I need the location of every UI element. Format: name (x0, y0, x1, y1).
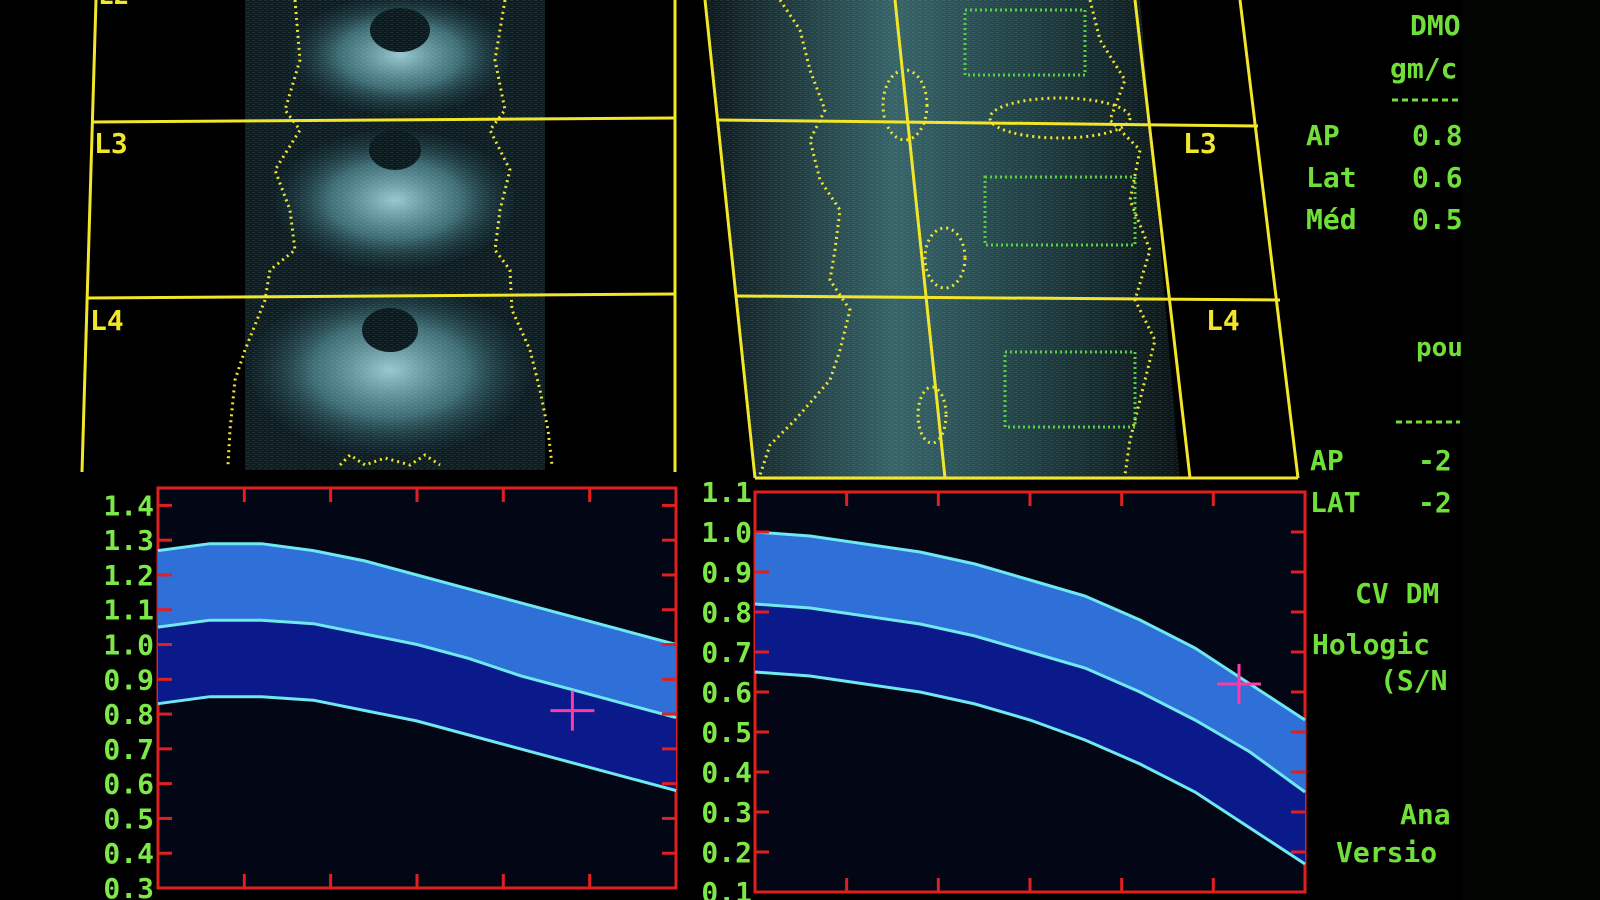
results-row-lat-value: 0.6 (1412, 161, 1463, 194)
results-section-label: pou (1416, 333, 1463, 363)
ap-spine-image (245, 0, 545, 470)
results-score-lat-label: LAT (1310, 486, 1361, 519)
chart-lateral-y-tick-label: 0.1 (701, 876, 752, 900)
ap-label-l2: L2 (98, 0, 129, 11)
chart-ap-y-tick-label: 1.0 (103, 629, 154, 662)
chart-lateral-y-tick-label: 0.8 (701, 596, 752, 629)
results-row-ap-label: AP (1306, 119, 1340, 152)
ap-left-boundary (80, 0, 98, 473)
ap-label-l3: L3 (94, 127, 128, 160)
results-row-lat-label: Lat (1306, 161, 1357, 194)
chart-ap-y-tick-label: 0.7 (103, 733, 154, 766)
chart-lateral-y-tick-label: 1.0 (701, 516, 752, 549)
ap-scan-panel: L2 L3 L4 (80, 0, 677, 473)
ap-divider-l3-l4 (87, 292, 676, 300)
results-row-ap-value: 0.8 (1412, 119, 1463, 152)
monitor-bezel (1462, 0, 1600, 900)
results-version-label: Versio (1336, 836, 1437, 869)
chart-ap-y-tick-label: 0.9 (103, 663, 154, 696)
results-analysis-label: Ana (1400, 798, 1451, 831)
ap-label-l4: L4 (90, 304, 124, 337)
dexa-scan-screen: L2 L3 L4 L3 L4 1.41.31.21.11.00.90.80.70… (80, 0, 1600, 900)
chart-ap-y-tick-label: 1.3 (103, 524, 154, 557)
results-row-med-label: Méd (1306, 203, 1357, 236)
chart-lateral-y-tick-label: 0.5 (701, 716, 752, 749)
chart-lateral-y-tick-label: 0.6 (701, 676, 752, 709)
lateral-label-l4: L4 (1206, 304, 1240, 337)
results-header-units: gm/c (1390, 52, 1457, 85)
chart-ap-y-tick-label: 1.2 (103, 559, 154, 592)
chart-ap-y-tick-label: 0.4 (103, 837, 154, 870)
bmd-reference-chart-ap: 1.41.31.21.11.00.90.80.70.60.50.40.3 (103, 486, 678, 900)
results-panel: DMO gm/c AP 0.8 Lat 0.6 Méd 0.5 pou AP -… (1306, 9, 1463, 869)
results-score-ap-label: AP (1310, 444, 1344, 477)
bmd-reference-chart-lateral: 1.1 1.0 0.9 0.8 0.7 0.6 0.5 0.4 0.3 0.2 0.1 (701, 476, 1307, 900)
chart-ap-y-tick-label: 0.3 (103, 872, 154, 900)
results-row-med-value: 0.5 (1412, 203, 1463, 236)
chart-lateral-y-tick-label: 0.7 (701, 636, 752, 669)
chart-ap-y-tick-label: 1.4 (103, 489, 154, 522)
chart-lateral-y-tick-label: 0.3 (701, 796, 752, 829)
results-header-bmd: DMO (1410, 9, 1461, 42)
results-score-ap-value: -2 (1418, 444, 1452, 477)
chart-ap-y-tick-label: 0.5 (103, 802, 154, 835)
results-cv-label: CV DM (1355, 577, 1439, 610)
chart-lateral-y-tick-label: 0.4 (701, 756, 752, 789)
chart-lateral-y-tick-label: 0.9 (701, 556, 752, 589)
chart-lateral-y-tick-label: 1.1 (701, 476, 752, 509)
results-score-lat-value: -2 (1418, 486, 1452, 519)
lateral-boundary-4 (1238, 0, 1300, 479)
chart-lateral-y-tick-label: 0.2 (701, 836, 752, 869)
results-vendor-serial: (S/N (1380, 664, 1447, 697)
lateral-scan-panel: L3 L4 (703, 0, 1300, 480)
chart-ap-y-tick-label: 1.1 (103, 594, 154, 627)
chart-ap-y-tick-label: 0.6 (103, 768, 154, 801)
chart-ap-y-tick-label: 0.8 (103, 698, 154, 731)
results-vendor-name: Hologic (1312, 628, 1430, 661)
lateral-label-l3: L3 (1183, 127, 1217, 160)
ap-divider-l2-l3 (91, 116, 676, 124)
